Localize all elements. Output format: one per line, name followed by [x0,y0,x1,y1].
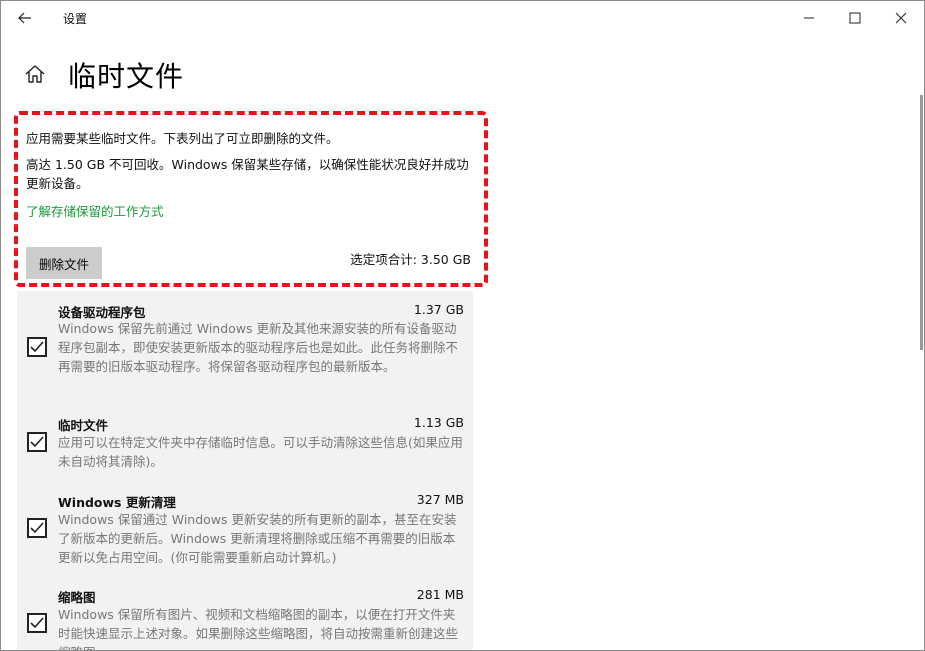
vertical-scrollbar[interactable] [919,35,924,650]
item-size: 1.13 GB [413,415,464,430]
minimize-button[interactable] [786,1,832,35]
item-title: 缩略图 [58,590,96,605]
item-checkbox[interactable] [27,432,47,452]
item-size: 327 MB [416,492,464,507]
close-button[interactable] [878,1,924,35]
item-description: Windows 保留通过 Windows 更新安装的所有更新的副本，甚至在安装了… [58,512,457,565]
item-description: 应用可以在特定文件夹中存储临时信息。可以手动清除这些信息(如果应用未自动将其清除… [58,435,463,469]
page-title: 临时文件 [68,60,185,93]
scrollbar-thumb[interactable] [920,95,923,350]
item-title: Windows 更新清理 [58,495,176,510]
maximize-icon [849,12,861,24]
item-checkbox[interactable] [27,613,47,633]
temp-file-list: 设备驱动程序包 1.37 GB Windows 保留先前通过 Windows 更… [17,291,473,650]
item-size: 1.37 GB [413,302,464,317]
close-icon [895,12,907,24]
settings-window: 设置 临时文件 应用需要某些临时文件。下表列出了可立即删除的文件。 高达 1.5… [0,0,925,651]
app-title: 设置 [63,12,88,26]
maximize-button[interactable] [832,1,878,35]
back-arrow-icon [18,12,31,24]
home-icon [25,65,45,83]
item-checkbox[interactable] [27,337,47,357]
checkmark-icon [30,522,44,534]
checkmark-icon [30,617,44,629]
item-description: Windows 保留所有图片、视频和文档缩略图的副本，以便在打开文件夹时能快速显… [58,607,459,650]
item-size: 281 MB [416,587,464,602]
back-button[interactable] [11,5,39,31]
learn-reserved-storage-link[interactable]: 了解存储保留的工作方式 [26,201,164,220]
delete-files-button[interactable]: 删除文件 [26,247,102,279]
checkmark-icon [30,341,44,353]
item-title: 临时文件 [58,418,109,433]
item-description: Windows 保留先前通过 Windows 更新及其他来源安装的所有设备驱动程… [58,321,459,374]
intro-text: 应用需要某些临时文件。下表列出了可立即删除的文件。 [26,131,339,146]
reserved-storage-text: 高达 1.50 GB 不可回收。Windows 保留某些存储，以确保性能状况良好… [26,157,469,191]
selected-total: 选定项合计: 3.50 GB [350,252,471,267]
minimize-icon [804,17,814,19]
item-checkbox[interactable] [27,518,47,538]
home-button[interactable] [24,63,50,89]
title-bar: 设置 [1,1,924,35]
checkmark-icon [30,436,44,448]
